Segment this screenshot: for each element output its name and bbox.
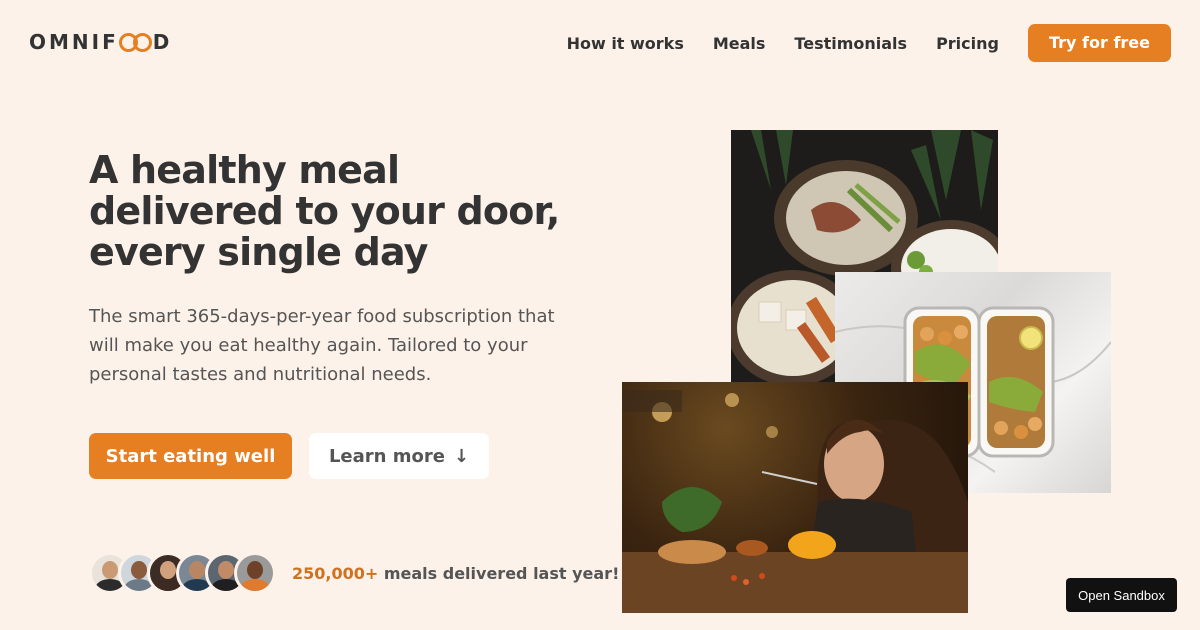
nav-link-pricing[interactable]: Pricing [936, 34, 999, 53]
site-header: OMNIF D How it works Meals Testimonials … [0, 0, 1200, 84]
learn-more-button[interactable]: Learn more ↓ [309, 433, 489, 479]
woman-eating-image [622, 382, 968, 613]
main-nav: How it works Meals Testimonials Pricing … [567, 24, 1171, 62]
start-eating-well-button[interactable]: Start eating well [89, 433, 292, 479]
nav-link-how-it-works[interactable]: How it works [567, 34, 684, 53]
start-eating-well-label: Start eating well [105, 445, 276, 467]
logo-double-o-icon [118, 32, 152, 52]
nav-link-meals[interactable]: Meals [713, 34, 766, 53]
customer-avatar [234, 552, 276, 594]
delivered-meals-text: 250,000+ meals delivered last year! [292, 564, 619, 583]
omnifood-logo[interactable]: OMNIF D [29, 28, 172, 56]
delivered-meals: 250,000+ meals delivered last year! [89, 552, 619, 594]
nav-link-testimonials[interactable]: Testimonials [794, 34, 907, 53]
logo-text-start: OMNIF [29, 30, 119, 54]
open-sandbox-button[interactable]: Open Sandbox [1066, 578, 1177, 612]
meals-caption: meals delivered last year! [378, 563, 620, 583]
hero-title: A healthy meal delivered to your door, e… [89, 148, 560, 274]
hero-description: The smart 365-days-per-year food subscri… [89, 306, 555, 385]
woman-eating-illustration [622, 390, 968, 613]
meals-count: 250,000+ [292, 563, 379, 583]
try-for-free-button[interactable]: Try for free [1027, 24, 1171, 62]
learn-more-label: Learn more [328, 445, 445, 467]
arrow-down-icon: ↓ [453, 445, 470, 467]
logo-text-end: D [152, 30, 173, 54]
